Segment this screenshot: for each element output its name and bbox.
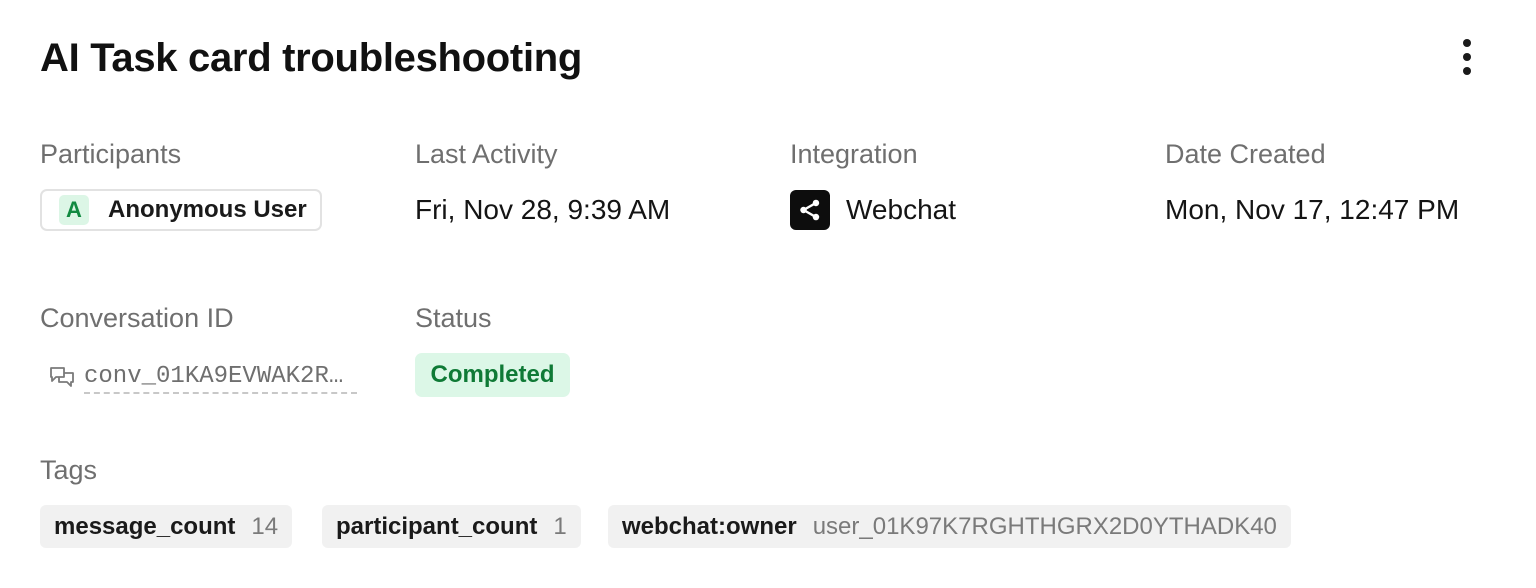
avatar: A (59, 195, 89, 225)
status-badge: Completed (415, 353, 570, 397)
participant-chip[interactable]: A Anonymous User (40, 189, 322, 231)
tag-webchat-owner: webchat:owner user_01K97K7RGHTHGRX2D0YTH… (608, 505, 1291, 548)
integration-label: Integration (790, 139, 918, 169)
conversation-id-value: conv_01KA9EVWAK2RE… (84, 362, 357, 394)
integration-value: Webchat (846, 194, 956, 225)
participants-label: Participants (40, 139, 182, 169)
participant-name: Anonymous User (108, 196, 307, 223)
tag-value: user_01K97K7RGHTHGRX2D0YTHADK40 (812, 512, 1277, 540)
date-created-label: Date Created (1165, 139, 1326, 169)
share-icon (790, 190, 830, 230)
last-activity-value: Fri, Nov 28, 9:39 AM (415, 194, 671, 225)
date-created-value: Mon, Nov 17, 12:47 PM (1165, 194, 1460, 225)
tag-message-count: message_count 14 (40, 505, 293, 548)
last-activity-label: Last Activity (415, 139, 558, 169)
tag-value: 14 (251, 512, 279, 540)
status-label: Status (415, 303, 492, 333)
more-options-button[interactable] (1450, 34, 1484, 80)
tag-key: participant_count (336, 512, 538, 540)
conversation-id-copy[interactable]: conv_01KA9EVWAK2RE… (48, 362, 357, 394)
tag-participant-count: participant_count 1 (322, 505, 581, 548)
tag-value: 1 (553, 512, 567, 540)
tag-key: message_count (54, 512, 236, 540)
chat-bubbles-icon (50, 367, 74, 387)
tag-key: webchat:owner (622, 512, 797, 540)
conversation-id-label: Conversation ID (40, 303, 234, 333)
tags-label: Tags (40, 455, 98, 485)
vertical-ellipsis-icon (1463, 39, 1471, 47)
page-title: AI Task card troubleshooting (40, 36, 583, 80)
